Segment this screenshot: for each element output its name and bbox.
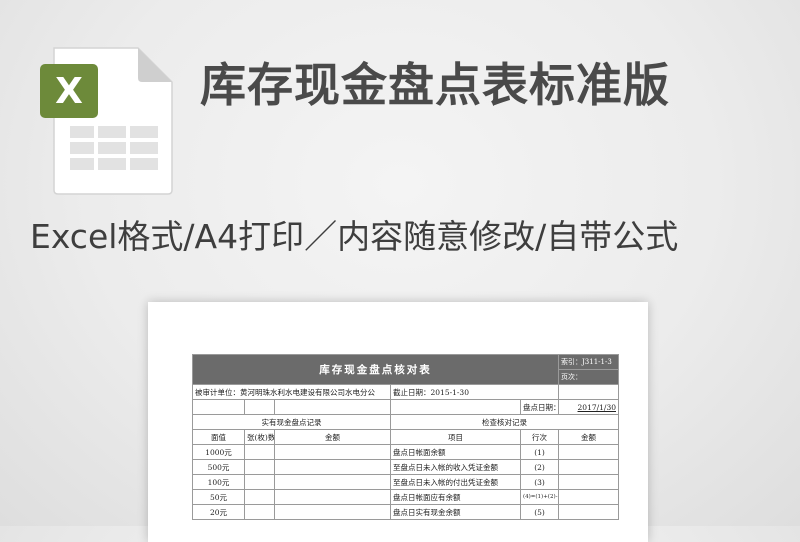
left-section-header: 实有现金盘点记录 xyxy=(192,414,391,430)
col-denomination: 面值 xyxy=(192,429,245,445)
count-cell[interactable] xyxy=(244,444,275,460)
right-section-header: 检查核对记录 xyxy=(390,414,619,430)
blank-cell xyxy=(192,399,245,415)
audited-unit: 被审计单位：黄河明珠水利水电建设有限公司水电分公 xyxy=(192,384,391,400)
line-cell[interactable]: (5) xyxy=(520,504,559,520)
count-cell[interactable] xyxy=(244,459,275,475)
line-cell[interactable]: (3) xyxy=(520,474,559,490)
col-amount2: 金额 xyxy=(558,429,619,445)
table-row: 100元 至盘点日未入帐的付出凭证金额 (3) xyxy=(192,474,619,490)
item-cell[interactable]: 盘点日实有现金余额 xyxy=(390,504,521,520)
denomination-cell[interactable]: 100元 xyxy=(192,474,245,490)
denomination-cell[interactable]: 20元 xyxy=(192,504,245,520)
document-title: 库存现金盘点表标准版 xyxy=(200,58,670,112)
col-count: 张(枚)数 xyxy=(244,429,275,445)
line-cell[interactable]: (2) xyxy=(520,459,559,475)
line-cell[interactable]: (4)=(1)+(2)-(3) xyxy=(520,489,559,505)
blank-cell xyxy=(244,399,275,415)
excel-badge-letter: X xyxy=(55,71,83,112)
amount-cell[interactable] xyxy=(274,504,391,520)
amount2-cell[interactable] xyxy=(558,459,619,475)
item-cell[interactable]: 盘点日帐面应有余额 xyxy=(390,489,521,505)
item-cell[interactable]: 至盘点日未入帐的收入凭证金额 xyxy=(390,459,521,475)
sheet-index: 索引：J311-1-3 xyxy=(558,354,619,370)
amount-cell[interactable] xyxy=(274,459,391,475)
amount2-cell[interactable] xyxy=(558,474,619,490)
excel-file-icon: X xyxy=(40,46,176,196)
table-row: 50元 盘点日帐面应有余额 (4)=(1)+(2)-(3) xyxy=(192,489,619,505)
col-amount: 金额 xyxy=(274,429,391,445)
amount-cell[interactable] xyxy=(274,444,391,460)
col-item: 项目 xyxy=(390,429,521,445)
amount-cell[interactable] xyxy=(274,474,391,490)
amount2-cell[interactable] xyxy=(558,504,619,520)
amount2-cell[interactable] xyxy=(558,444,619,460)
col-line: 行次 xyxy=(520,429,559,445)
document-subtitle: Excel格式/A4打印／内容随意修改/自带公式 xyxy=(30,217,679,256)
sheet-title: 库存现金盘点核对表 xyxy=(192,354,559,385)
count-cell[interactable] xyxy=(244,504,275,520)
count-date-label: 盘点日期： xyxy=(520,399,559,415)
blank-cell xyxy=(558,384,619,400)
denomination-cell[interactable]: 1000元 xyxy=(192,444,245,460)
item-cell[interactable]: 盘点日帐面余额 xyxy=(390,444,521,460)
table-row: 1000元 盘点日帐面余额 (1) xyxy=(192,444,619,460)
blank-cell xyxy=(274,399,391,415)
denomination-cell[interactable]: 500元 xyxy=(192,459,245,475)
blank-cell xyxy=(390,399,521,415)
table-row: 20元 盘点日实有现金余额 (5) xyxy=(192,504,619,520)
item-cell[interactable]: 至盘点日未入帐的付出凭证金额 xyxy=(390,474,521,490)
amount-cell[interactable] xyxy=(274,489,391,505)
sheet-page: 页次： xyxy=(558,369,619,385)
spreadsheet-preview: 库存现金盘点核对表 索引：J311-1-3 页次： 被审计单位：黄河明珠水利水电… xyxy=(148,302,648,542)
amount2-cell[interactable] xyxy=(558,489,619,505)
cash-count-table: 库存现金盘点核对表 索引：J311-1-3 页次： 被审计单位：黄河明珠水利水电… xyxy=(192,354,619,520)
count-cell[interactable] xyxy=(244,474,275,490)
table-row: 500元 至盘点日未入帐的收入凭证金额 (2) xyxy=(192,459,619,475)
count-date-value: 2017/1/30 xyxy=(558,399,619,415)
count-cell[interactable] xyxy=(244,489,275,505)
denomination-cell[interactable]: 50元 xyxy=(192,489,245,505)
line-cell[interactable]: (1) xyxy=(520,444,559,460)
cutoff-date: 截止日期：2015-1-30 xyxy=(390,384,559,400)
